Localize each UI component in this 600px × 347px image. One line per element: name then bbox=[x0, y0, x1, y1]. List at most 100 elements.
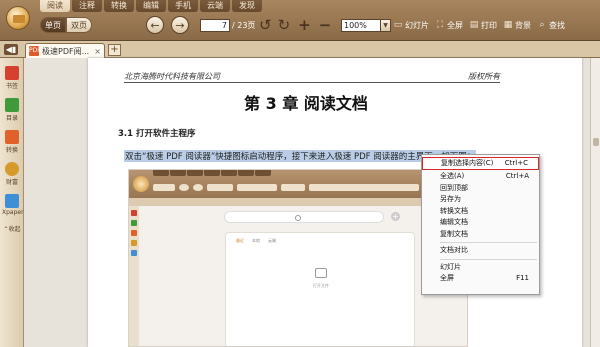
search-button[interactable]: ⌕ 查找 bbox=[537, 20, 565, 31]
sidebar-item-bookmarks[interactable]: 书签 bbox=[2, 66, 22, 90]
print-button[interactable]: ▤ 打印 bbox=[469, 20, 497, 31]
slideshow-label: 幻灯片 bbox=[405, 20, 429, 30]
context-menu: 复制选择内容(C) Ctrl+C 全选(A) Ctrl+A 回到顶部 另存为 转… bbox=[421, 154, 540, 295]
menu-item-convert-document[interactable]: 转换文档 bbox=[422, 206, 539, 218]
single-page-label: 单页 bbox=[45, 20, 61, 30]
menu-item-shortcut: Ctrl+A bbox=[505, 172, 529, 180]
menu-item-slideshow[interactable]: 幻灯片 bbox=[422, 262, 539, 274]
embedded-plus-icon: + bbox=[391, 212, 400, 221]
menu-item-shortcut: F11 bbox=[516, 274, 529, 282]
menu-item-shortcut: Ctrl+C bbox=[504, 159, 528, 167]
tab-read[interactable]: 阅读 bbox=[40, 0, 70, 12]
menu-item-save-as[interactable]: 另存为 bbox=[422, 194, 539, 206]
tab-annotate[interactable]: 注释 bbox=[72, 0, 102, 12]
chevron-down-icon[interactable]: ▼ bbox=[381, 18, 391, 32]
fullscreen-button[interactable]: ⛶ 全屏 bbox=[435, 20, 463, 31]
tab-convert[interactable]: 转换 bbox=[104, 0, 134, 12]
pdf-file-icon: PDF bbox=[29, 46, 41, 56]
embedded-tab-recent: 最近 bbox=[236, 238, 244, 243]
background-label: 背景 bbox=[515, 20, 531, 30]
new-tab-button[interactable]: + bbox=[108, 44, 121, 56]
close-tab-icon[interactable]: × bbox=[94, 47, 101, 56]
sidebar-label-convert: 转换 bbox=[5, 147, 18, 154]
menu-item-copy-document[interactable]: 复制文档 bbox=[422, 229, 539, 241]
menu-item-copy-selection[interactable]: 复制选择内容(C) Ctrl+C bbox=[422, 157, 539, 170]
page-number-input[interactable]: 7 bbox=[200, 18, 230, 32]
print-icon: ▤ bbox=[469, 20, 479, 30]
menu-item-label: 全选(A) bbox=[440, 172, 465, 180]
rotate-left-icon[interactable]: ↺ bbox=[259, 17, 272, 33]
section-heading: 3.1 打开软件主程序 bbox=[118, 129, 196, 139]
embedded-logo-icon bbox=[133, 176, 149, 192]
menu-item-fullscreen[interactable]: 全屏 F11 bbox=[422, 273, 539, 285]
left-sidebar: 书签 目录 转换 财富 Xpaper ⌃收起 bbox=[0, 58, 24, 347]
tab-mobile[interactable]: 手机 bbox=[168, 0, 198, 12]
document-tab-bar: ◀▮ PDF 极速PDF阅... × + bbox=[0, 41, 600, 58]
collapse-sidebar-icon[interactable]: ◀▮ bbox=[4, 44, 18, 55]
sidebar-collapse[interactable]: ⌃收起 bbox=[2, 224, 22, 233]
double-page-label: 双页 bbox=[71, 20, 87, 30]
menu-item-label: 转换文档 bbox=[440, 206, 468, 215]
fullscreen-label: 全屏 bbox=[447, 20, 463, 30]
print-label: 打印 bbox=[481, 20, 497, 30]
search-label: 查找 bbox=[549, 20, 565, 30]
tab-cloud[interactable]: 云端 bbox=[200, 0, 230, 12]
vertical-scrollbar[interactable] bbox=[590, 58, 600, 347]
tab-discover[interactable]: 发现 bbox=[232, 0, 262, 12]
chapter-title: 第 3 章 阅读文档 bbox=[244, 94, 368, 113]
bookmark-icon bbox=[5, 66, 19, 80]
menu-item-edit-document[interactable]: 编辑文档 bbox=[422, 217, 539, 229]
background-icon: ▦ bbox=[503, 20, 513, 30]
embedded-screenshot: + 最近 本地 云端 打开文件 bbox=[128, 169, 468, 347]
page-header-company: 北京海腾时代科技有限公司 bbox=[124, 72, 220, 81]
zoom-in-icon[interactable]: + bbox=[298, 17, 311, 33]
menu-separator bbox=[440, 242, 537, 243]
app-logo-icon[interactable] bbox=[6, 6, 30, 30]
tab-edit[interactable]: 编辑 bbox=[136, 0, 166, 12]
sidebar-item-wealth[interactable]: 财富 bbox=[2, 162, 22, 186]
background-button[interactable]: ▦ 背景 bbox=[503, 20, 531, 31]
embedded-tab-cloud: 云端 bbox=[268, 238, 276, 243]
prev-page-arrow-icon[interactable]: ← bbox=[146, 16, 164, 34]
menu-item-label: 编辑文档 bbox=[440, 218, 468, 226]
coin-icon bbox=[5, 162, 19, 176]
fullscreen-icon: ⛶ bbox=[436, 20, 444, 30]
menu-item-label: 文档对比 bbox=[440, 246, 468, 254]
menu-item-compare-documents[interactable]: 文档对比 bbox=[422, 245, 539, 257]
page-header-copyright: 版权所有 bbox=[468, 72, 500, 81]
menu-tabs: 阅读 注释 转换 编辑 手机 云端 发现 bbox=[40, 0, 264, 12]
sidebar-label-xpaper: Xpaper bbox=[2, 209, 24, 216]
embedded-empty-caption: 打开文件 bbox=[313, 283, 329, 288]
sidebar-label-wealth: 财富 bbox=[5, 179, 18, 186]
sidebar-label-bookmarks: 书签 bbox=[5, 83, 18, 90]
header-divider bbox=[124, 82, 500, 83]
menu-item-select-all[interactable]: 全选(A) Ctrl+A bbox=[422, 171, 539, 183]
search-icon: ⌕ bbox=[539, 20, 545, 30]
tool-buttons: ▭ 幻灯片 ⛶ 全屏 ▤ 打印 ▦ 背景 ⌕ 查找 bbox=[393, 14, 571, 36]
total-pages-label: / 23页 bbox=[232, 20, 256, 30]
menu-item-back-to-top[interactable]: 回到顶部 bbox=[422, 183, 539, 195]
menu-item-label: 另存为 bbox=[440, 195, 461, 203]
slideshow-button[interactable]: ▭ 幻灯片 bbox=[393, 20, 429, 31]
sidebar-item-xpaper[interactable]: Xpaper bbox=[2, 194, 24, 216]
menu-item-label: 复制选择内容(C) bbox=[441, 159, 494, 167]
embedded-folder-icon bbox=[315, 268, 327, 278]
zoom-out-icon[interactable]: − bbox=[319, 17, 332, 33]
embedded-sidebar bbox=[129, 206, 139, 346]
sidebar-label-toc: 目录 bbox=[5, 115, 18, 122]
menu-item-label: 全屏 bbox=[440, 274, 454, 282]
next-page-arrow-icon[interactable]: → bbox=[171, 16, 189, 34]
double-page-button[interactable]: 双页 bbox=[66, 17, 92, 33]
sidebar-item-toc[interactable]: 目录 bbox=[2, 98, 22, 122]
zoom-select[interactable]: 100% bbox=[341, 18, 381, 32]
xpaper-icon bbox=[5, 194, 19, 208]
embedded-file-card: 最近 本地 云端 打开文件 bbox=[225, 232, 415, 346]
sidebar-item-convert[interactable]: 转换 bbox=[2, 130, 22, 154]
view-mode-group: 单页 双页 bbox=[40, 14, 92, 36]
single-page-button[interactable]: 单页 bbox=[40, 17, 66, 33]
document-tab[interactable]: PDF 极速PDF阅... × bbox=[25, 43, 105, 58]
rotate-right-icon[interactable]: ↻ bbox=[278, 17, 291, 33]
scrollbar-thumb[interactable] bbox=[593, 138, 599, 146]
embedded-toolbar bbox=[129, 170, 467, 198]
document-tab-title: 极速PDF阅... bbox=[42, 46, 90, 56]
